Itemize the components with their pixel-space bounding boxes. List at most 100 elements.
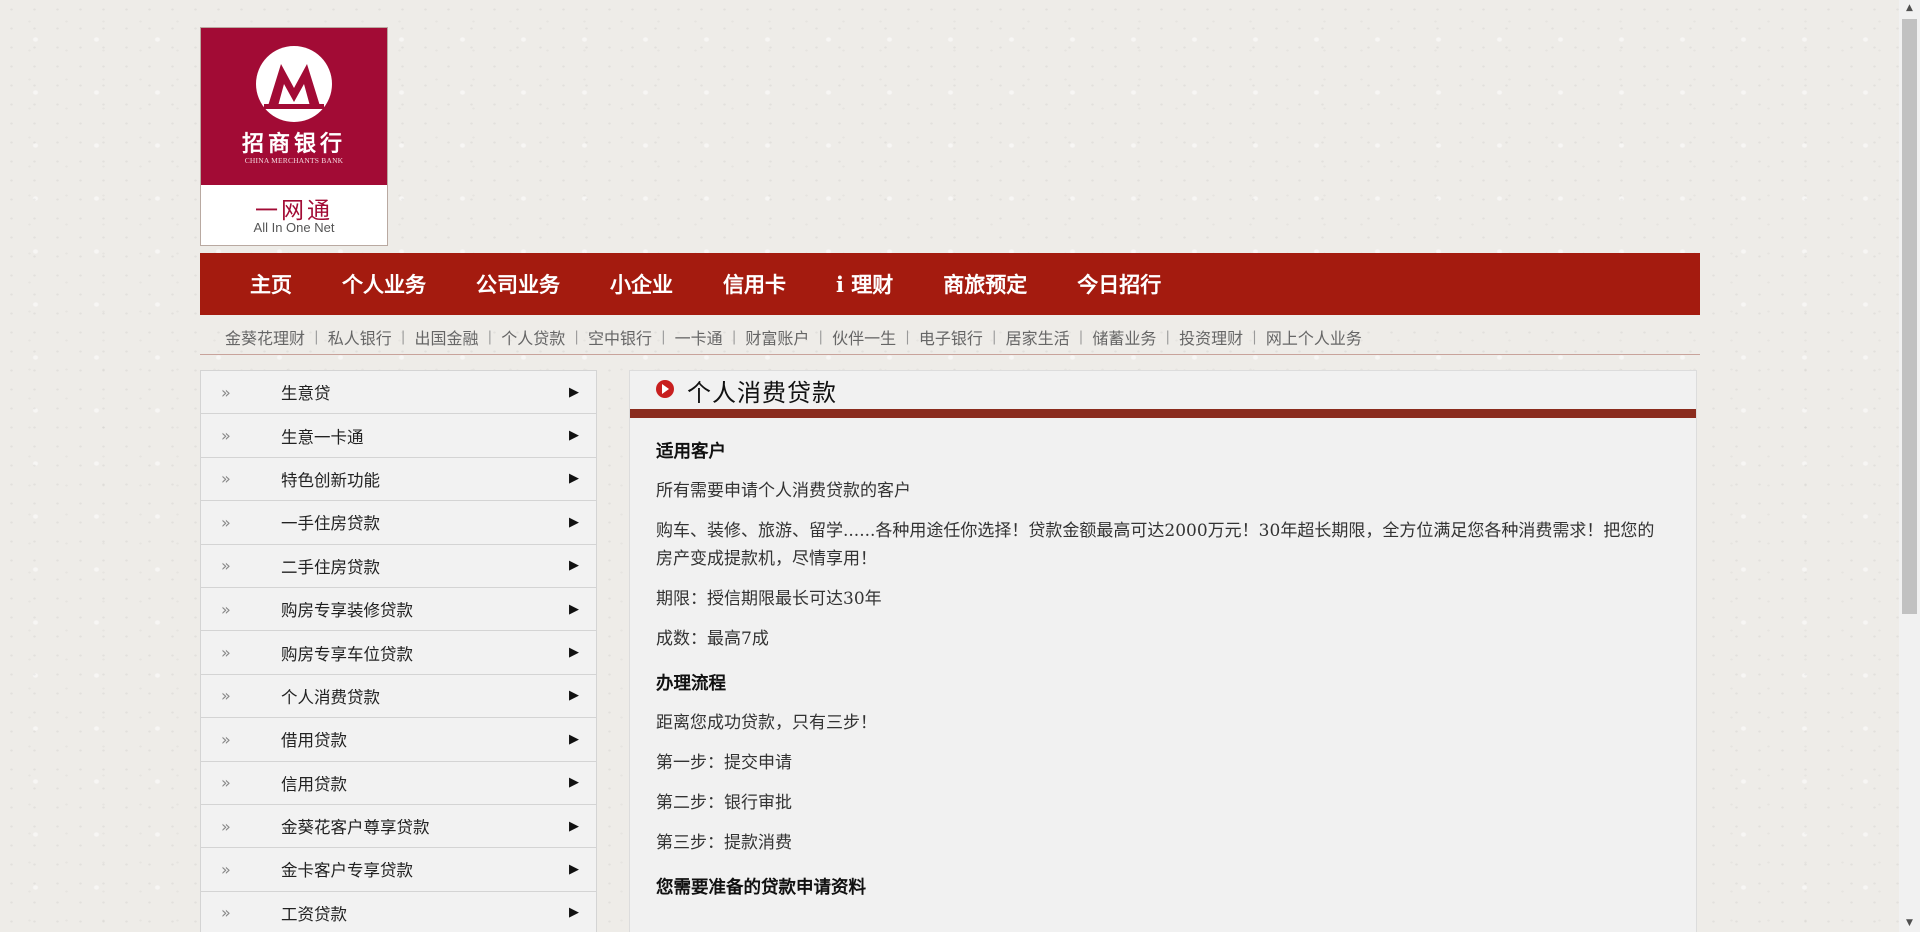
subnav-divider: |	[400, 329, 406, 345]
sidebar-item[interactable]: » 生意贷 ▶	[201, 371, 596, 415]
logo-name-en: CHINA MERCHANTS BANK	[244, 156, 344, 165]
sidebar-item[interactable]: » 二手住房贷款 ▶	[201, 544, 596, 588]
nav-item-small-business[interactable]: 小企业	[610, 269, 673, 299]
arrow-circle-right-icon	[656, 380, 674, 398]
double-chevron-right-icon: »	[221, 903, 231, 923]
triangle-right-icon: ▶	[569, 384, 579, 400]
subnav-item-air-bank[interactable]: 空中银行	[588, 325, 652, 349]
sidebar-item-label: 信用贷款	[281, 774, 347, 794]
sidebar-item-label: 二手住房贷款	[281, 557, 380, 577]
sidebar-item-label: 一手住房贷款	[281, 514, 380, 534]
sidebar-item-label: 购房专享装修贷款	[281, 601, 413, 621]
paragraph: 第三步：提款消费	[656, 833, 792, 853]
sidebar-item-label: 生意贷	[281, 384, 331, 404]
paragraph: 第一步：提交申请	[656, 753, 792, 773]
sidebar-item[interactable]: » 借用贷款 ▶	[201, 718, 596, 762]
paragraph: 所有需要申请个人消费贷款的客户	[656, 481, 911, 501]
page-container: 招商银行 CHINA MERCHANTS BANK 一网通 All In One…	[200, 0, 1700, 932]
double-chevron-right-icon: »	[221, 426, 231, 446]
triangle-right-icon: ▶	[569, 775, 579, 791]
page-title: 个人消费贷款	[687, 379, 837, 407]
sidebar-item[interactable]: » 信用贷款 ▶	[201, 761, 596, 805]
nav-item-wealth[interactable]: i 理财	[836, 269, 893, 299]
subnav-divider: |	[731, 329, 737, 345]
subnav-divider: |	[487, 329, 493, 345]
triangle-right-icon: ▶	[569, 428, 579, 444]
sidebar-item[interactable]: » 购房专享车位贷款 ▶	[201, 631, 596, 675]
section-heading-customers: 适用客户	[656, 442, 726, 462]
double-chevron-right-icon: »	[221, 512, 231, 532]
double-chevron-right-icon: »	[221, 773, 231, 793]
subnav-divider: |	[1252, 329, 1257, 345]
triangle-right-icon: ▶	[569, 514, 579, 530]
subnav-item-e-banking[interactable]: 电子银行	[919, 325, 983, 349]
sidebar-item-label: 工资贷款	[281, 904, 347, 924]
double-chevron-right-icon: »	[221, 859, 231, 879]
subnav-item-personal-loans[interactable]: 个人贷款	[501, 325, 565, 349]
nav-item-travel-booking[interactable]: 商旅预定	[943, 269, 1027, 299]
scroll-up-arrow-icon[interactable]: ▲	[1899, 0, 1920, 17]
subnav-item-online-personal[interactable]: 网上个人业务	[1266, 325, 1362, 349]
main-navigation: 主页 个人业务 公司业务 小企业 信用卡 i 理财 商旅预定 今日招行	[200, 253, 1700, 315]
logo-name-cn: 招商银行	[241, 131, 346, 157]
sidebar-item[interactable]: » 购房专享装修贷款 ▶	[201, 587, 596, 632]
double-chevron-right-icon: »	[221, 382, 231, 402]
sidebar-item[interactable]: » 工资贷款 ▶	[201, 891, 596, 932]
subnav-item-home-life[interactable]: 居家生活	[1006, 325, 1070, 349]
sidebar-item[interactable]: » 一手住房贷款 ▶	[201, 501, 596, 545]
nav-item-personal[interactable]: 个人业务	[342, 269, 426, 299]
subnav-divider: |	[991, 329, 997, 345]
subnav-divider: |	[905, 329, 910, 345]
triangle-right-icon: ▶	[569, 645, 579, 661]
cmb-emblem-icon	[256, 46, 332, 122]
sidebar-item[interactable]: » 特色创新功能 ▶	[201, 457, 596, 502]
subnav-item-private-banking[interactable]: 私人银行	[328, 325, 392, 349]
sidebar-item[interactable]: » 金葵花客户尊享贷款 ▶	[201, 804, 596, 849]
double-chevron-right-icon: »	[221, 469, 231, 489]
subnav-divider: |	[314, 329, 319, 345]
sidebar-item-label: 生意一卡通	[281, 427, 364, 447]
scroll-down-arrow-icon[interactable]: ▼	[1899, 915, 1920, 932]
sidebar-item[interactable]: » 个人消费贷款 ▶	[201, 674, 596, 719]
bank-logo[interactable]: 招商银行 CHINA MERCHANTS BANK 一网通 All In One…	[200, 27, 388, 246]
subnav-item-investment[interactable]: 投资理财	[1179, 325, 1243, 349]
paragraph: 成数：最高7成	[656, 629, 769, 649]
nav-item-home[interactable]: 主页	[250, 269, 292, 299]
subnav-divider: |	[574, 329, 579, 345]
sidebar-item[interactable]: » 金卡客户专享贷款 ▶	[201, 848, 596, 892]
triangle-right-icon: ▶	[569, 731, 579, 747]
subnav-divider: |	[1078, 329, 1084, 345]
triangle-right-icon: ▶	[569, 558, 579, 574]
nav-item-today-cmb[interactable]: 今日招行	[1077, 269, 1161, 299]
sidebar-item-label: 个人消费贷款	[281, 687, 380, 707]
page-scrollbar[interactable]: ▲ ▼	[1899, 0, 1920, 932]
subnav-item-lifelong-partner[interactable]: 伙伴一生	[832, 325, 896, 349]
content-header: 个人消费贷款	[630, 371, 1696, 418]
content-panel: 个人消费贷款 适用客户 所有需要申请个人消费贷款的客户 购车、装修、旅游、留学.…	[629, 370, 1697, 932]
sidebar-item-label: 金卡客户专享贷款	[281, 861, 413, 881]
subnav-item-wealth-account[interactable]: 财富账户	[745, 325, 809, 349]
nav-item-corporate[interactable]: 公司业务	[476, 269, 560, 299]
sidebar-item-label: 借用贷款	[281, 731, 347, 751]
paragraph: 距离您成功贷款，只有三步！	[656, 713, 877, 733]
sidebar-menu: » 生意贷 ▶ » 生意一卡通 ▶ » 特色创新功能 ▶ » 一手住房贷款 ▶ …	[200, 370, 597, 932]
subnav-item-sunflower[interactable]: 金葵花理财	[225, 325, 305, 349]
triangle-right-icon: ▶	[569, 818, 579, 834]
nav-item-credit-card[interactable]: 信用卡	[723, 269, 786, 299]
paragraph: 购车、装修、旅游、留学......各种用途任你选择！贷款金额最高可达2000万元…	[656, 521, 1655, 569]
subnav-item-overseas[interactable]: 出国金融	[414, 325, 478, 349]
triangle-right-icon: ▶	[569, 861, 579, 877]
subnav-item-all-in-one-card[interactable]: 一卡通	[675, 325, 723, 349]
scrollbar-thumb[interactable]	[1902, 19, 1917, 614]
sidebar-item[interactable]: » 生意一卡通 ▶	[201, 414, 596, 458]
double-chevron-right-icon: »	[221, 686, 231, 706]
sidebar-item-label: 特色创新功能	[281, 470, 380, 490]
triangle-right-icon: ▶	[569, 905, 579, 921]
paragraph: 期限：授信期限最长可达30年	[656, 589, 882, 609]
sidebar-item-label: 购房专享车位贷款	[281, 644, 413, 664]
subnav-divider: |	[1165, 329, 1171, 345]
double-chevron-right-icon: »	[221, 729, 231, 749]
subnav-item-savings[interactable]: 储蓄业务	[1092, 325, 1156, 349]
